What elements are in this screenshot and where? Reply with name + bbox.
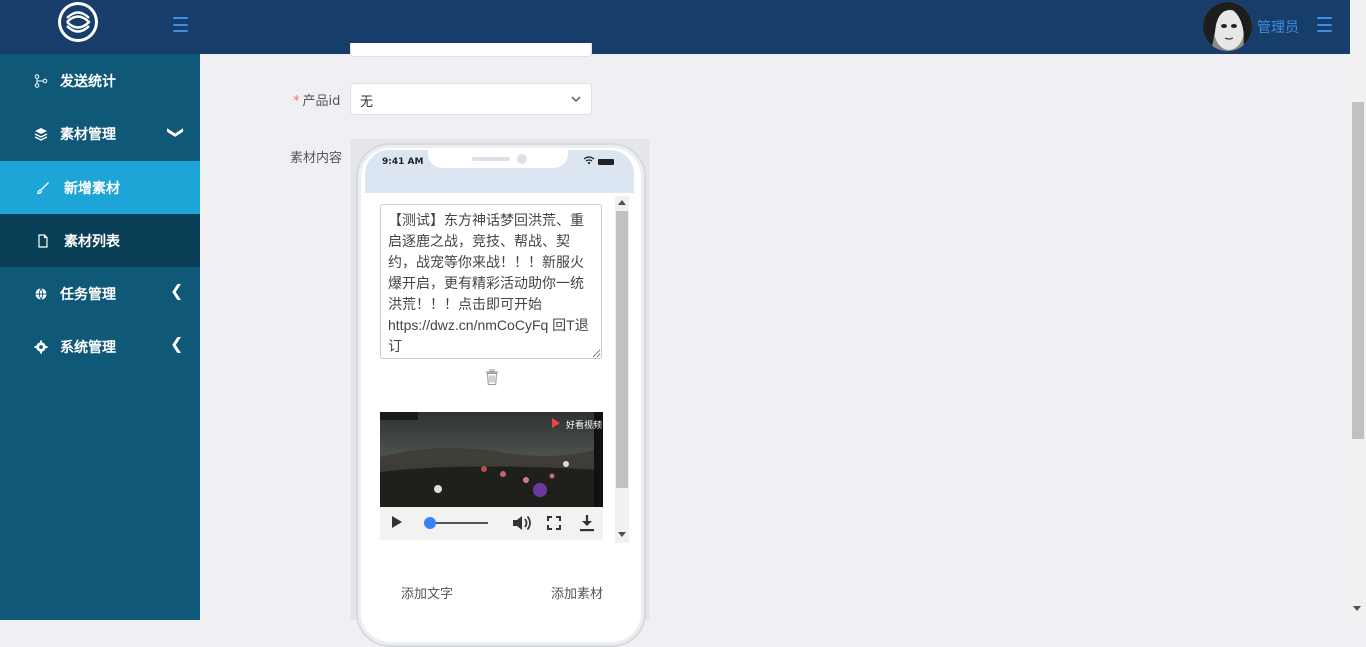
sidebar-item-label: 系统管理 — [60, 340, 116, 356]
text-content-field[interactable] — [380, 204, 602, 359]
product-id-select[interactable]: 无 — [350, 83, 592, 115]
sidebar-item-label: 新增素材 — [64, 181, 120, 197]
avatar[interactable] — [1203, 2, 1252, 51]
sidebar-item-task-management[interactable]: 任务管理 ❮ — [0, 267, 200, 320]
sidebar-item-material-list[interactable]: 素材列表 — [0, 214, 200, 267]
product-id-value: 无 — [360, 95, 374, 110]
phone-camera — [517, 154, 527, 164]
product-id-label-text: 产品id — [302, 94, 341, 109]
file-icon — [36, 234, 50, 248]
chevron-down-icon — [570, 93, 582, 105]
menu-toggle-icon[interactable] — [173, 17, 188, 32]
sidebar-item-label: 发送统计 — [60, 74, 116, 90]
play-icon[interactable] — [392, 516, 402, 528]
sidebar-item-add-material[interactable]: 新增素材 — [0, 161, 200, 214]
add-material-button[interactable]: 添加素材 — [551, 583, 603, 602]
layers-icon — [34, 127, 48, 141]
phone-speaker — [472, 157, 510, 161]
logo-icon[interactable] — [58, 2, 98, 42]
sidebar-item-label: 素材管理 — [60, 127, 116, 143]
video-brand-watermark: 好看视频 — [566, 421, 603, 431]
sidebar-item-label: 素材列表 — [64, 234, 120, 250]
sidebar: 发送统计 素材管理 ❯ 新增素材 素材列表 任务管理 ❮ 系统管理 ❮ — [0, 54, 200, 620]
scroll-down-icon[interactable] — [1353, 606, 1361, 611]
gear-icon — [34, 340, 48, 354]
branch-icon — [34, 74, 48, 88]
previous-field[interactable] — [350, 43, 592, 57]
add-text-button[interactable]: 添加文字 — [401, 583, 453, 602]
brush-icon — [36, 181, 50, 195]
sidebar-item-send-stats[interactable]: 发送统计 — [0, 54, 200, 107]
required-mark: * — [293, 94, 300, 109]
trash-icon[interactable] — [485, 369, 499, 386]
page-scrollbar-thumb[interactable] — [1352, 102, 1364, 439]
scroll-up-icon[interactable] — [618, 200, 626, 205]
sidebar-item-system-management[interactable]: 系统管理 ❮ — [0, 320, 200, 373]
phone-time: 9:41 AM — [382, 157, 424, 167]
content-scrollbar-thumb[interactable] — [616, 211, 628, 488]
sidebar-item-label: 任务管理 — [60, 287, 116, 303]
admin-name[interactable]: 管理员 — [1257, 17, 1299, 37]
chevron-down-icon: ❯ — [167, 125, 187, 140]
sidebar-item-material-management[interactable]: 素材管理 ❯ — [0, 107, 200, 160]
chevron-left-icon: ❮ — [170, 281, 184, 300]
material-content-label: 素材内容 — [290, 151, 343, 166]
fullscreen-icon[interactable] — [546, 515, 562, 531]
product-id-label: * 产品id — [293, 90, 340, 109]
user-menu-icon[interactable] — [1317, 17, 1332, 32]
download-icon[interactable] — [579, 514, 595, 532]
top-header: 管理员 — [0, 0, 1350, 54]
globe-icon — [34, 287, 48, 301]
chevron-left-icon: ❮ — [170, 334, 184, 353]
video-controls — [380, 507, 603, 540]
video-progress-track[interactable] — [430, 522, 488, 524]
wifi-icon — [583, 156, 595, 168]
scroll-down-icon[interactable] — [618, 532, 626, 537]
volume-icon[interactable] — [512, 514, 534, 532]
battery-icon — [598, 159, 614, 165]
video-progress-handle[interactable] — [424, 517, 436, 529]
